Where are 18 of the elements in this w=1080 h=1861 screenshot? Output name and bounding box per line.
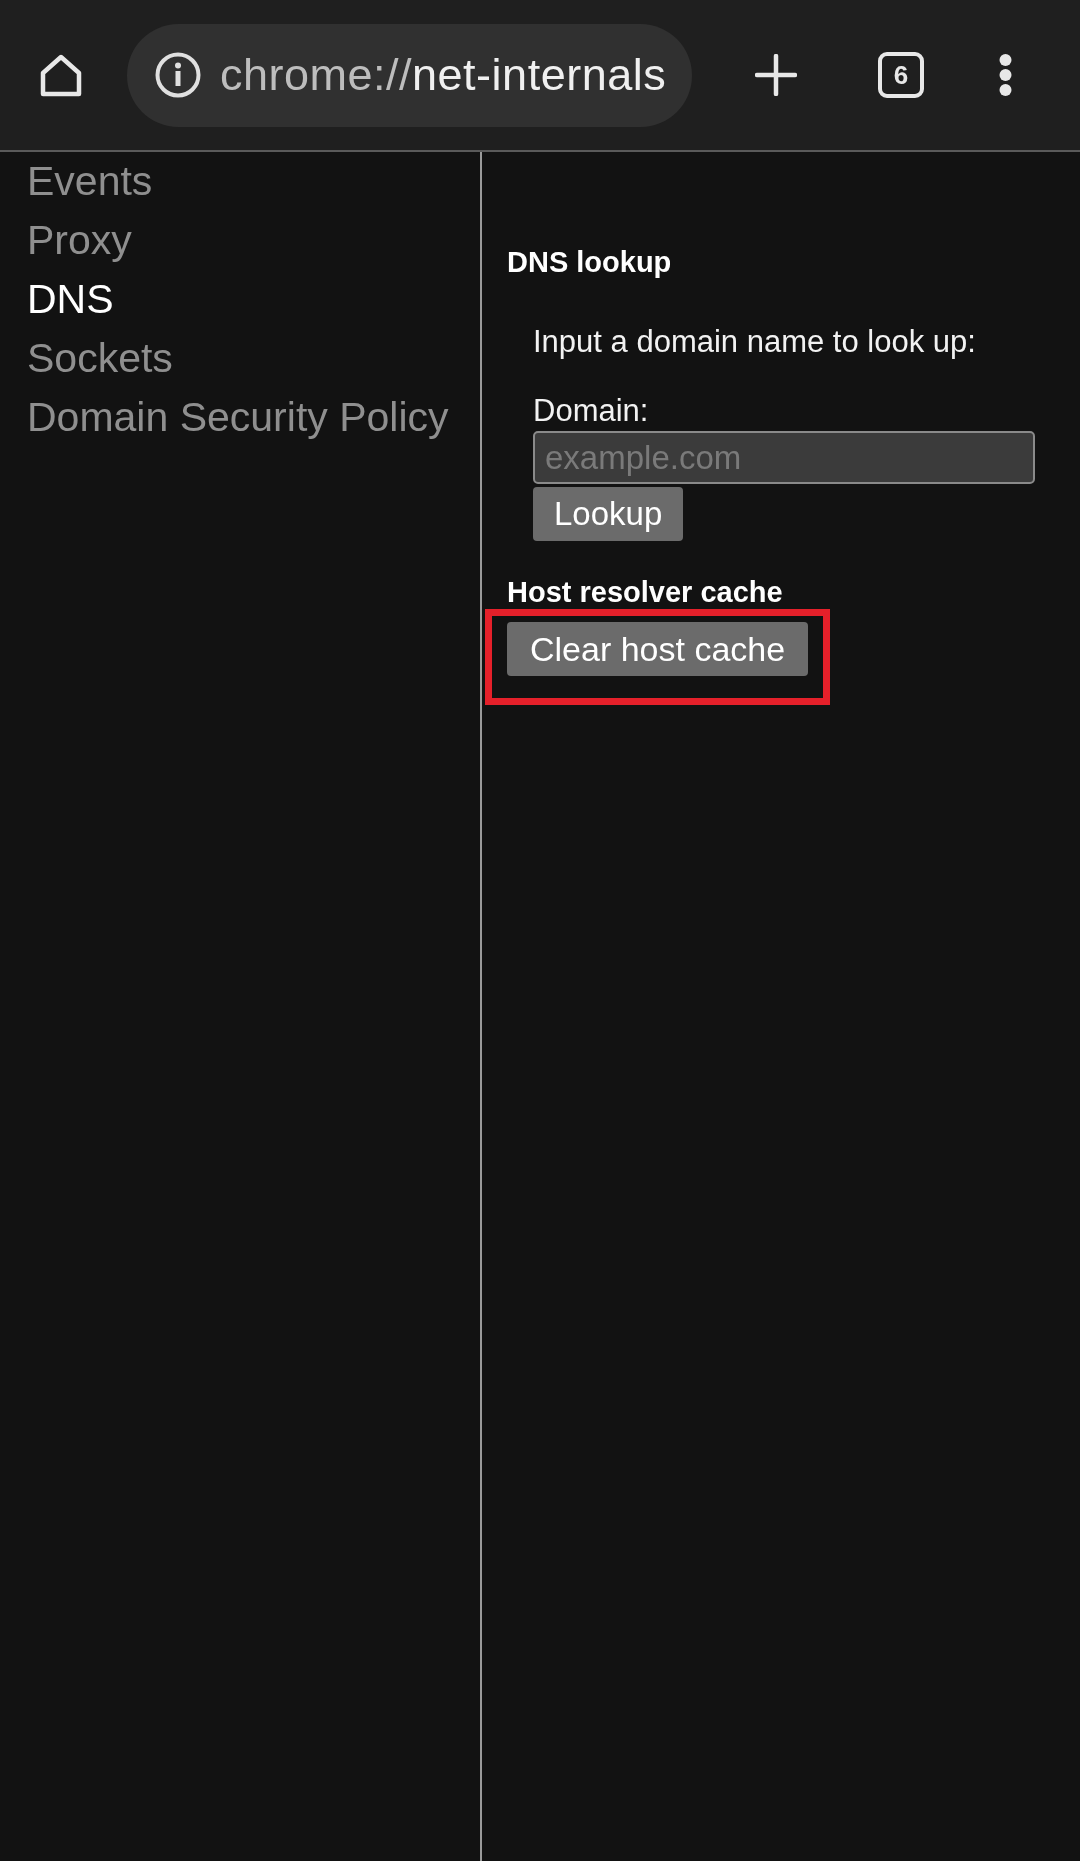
clear-host-cache-button[interactable]: Clear host cache [507, 622, 809, 676]
sidebar-item[interactable]: Proxy [27, 211, 132, 270]
sidebar-item[interactable]: Sockets [27, 329, 173, 388]
home-icon[interactable] [39, 52, 83, 98]
tab-count-button[interactable]: 6 [878, 52, 924, 98]
field-label: Domain: [533, 394, 649, 428]
info-icon[interactable] [155, 52, 201, 98]
address-bar[interactable]: chrome://net-internals [127, 23, 692, 127]
lookup-button[interactable]: Lookup [533, 487, 684, 541]
plus-icon[interactable] [755, 54, 797, 96]
instruction-text: Input a domain name to look up: [533, 325, 976, 359]
menu-icon[interactable] [999, 54, 1012, 96]
section-heading: Host resolver cache [507, 575, 783, 609]
sidebar-item[interactable]: DNS [27, 270, 114, 329]
sidebar-item[interactable]: Events [27, 152, 153, 211]
section-heading: DNS lookup [507, 245, 672, 279]
domain-field[interactable]: example.com [533, 431, 1035, 484]
sidebar-item[interactable]: Domain Security Policy [27, 388, 449, 447]
